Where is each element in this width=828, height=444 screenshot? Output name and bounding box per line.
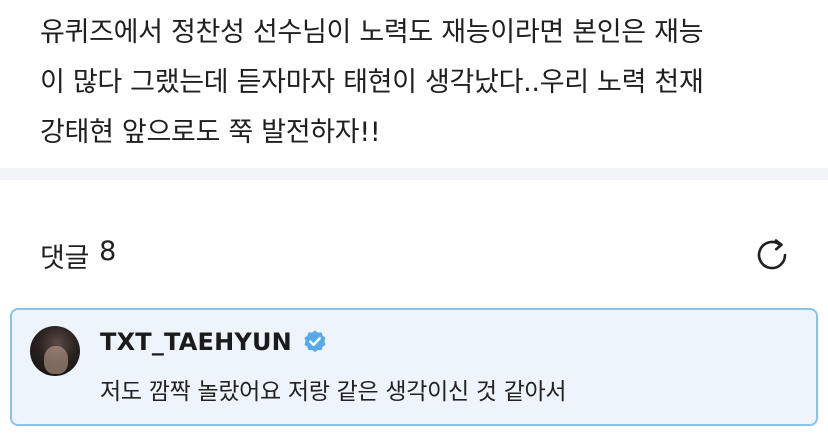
comments-title: 댓글 8	[40, 236, 116, 275]
comment-username[interactable]: TXT_TAEHYUN	[100, 328, 292, 356]
comments-header: 댓글 8	[40, 232, 788, 278]
comment-text: 저도 깜짝 놀랐어요 저랑 같은 생각이신 것 같아서	[100, 379, 567, 405]
post-body: 유퀴즈에서 정찬성 선수님이 노력도 재능이라면 본인은 재능 이 많다 그랬는…	[0, 0, 828, 168]
comment-item-highlighted[interactable]: TXT_TAEHYUN 저도 깜짝 놀랐어요 저랑 같은 생각이신 것 같아서	[10, 308, 818, 426]
post-text: 유퀴즈에서 정찬성 선수님이 노력도 재능이라면 본인은 재능 이 많다 그랬는…	[40, 17, 704, 148]
verified-badge-icon	[302, 329, 328, 355]
avatar[interactable]	[30, 326, 80, 376]
refresh-icon	[757, 239, 787, 270]
comments-count: 8	[99, 235, 116, 267]
comments-label: 댓글	[40, 242, 90, 274]
section-divider	[0, 168, 828, 180]
refresh-button[interactable]	[750, 233, 794, 277]
comment-author-row: TXT_TAEHYUN	[100, 328, 328, 356]
